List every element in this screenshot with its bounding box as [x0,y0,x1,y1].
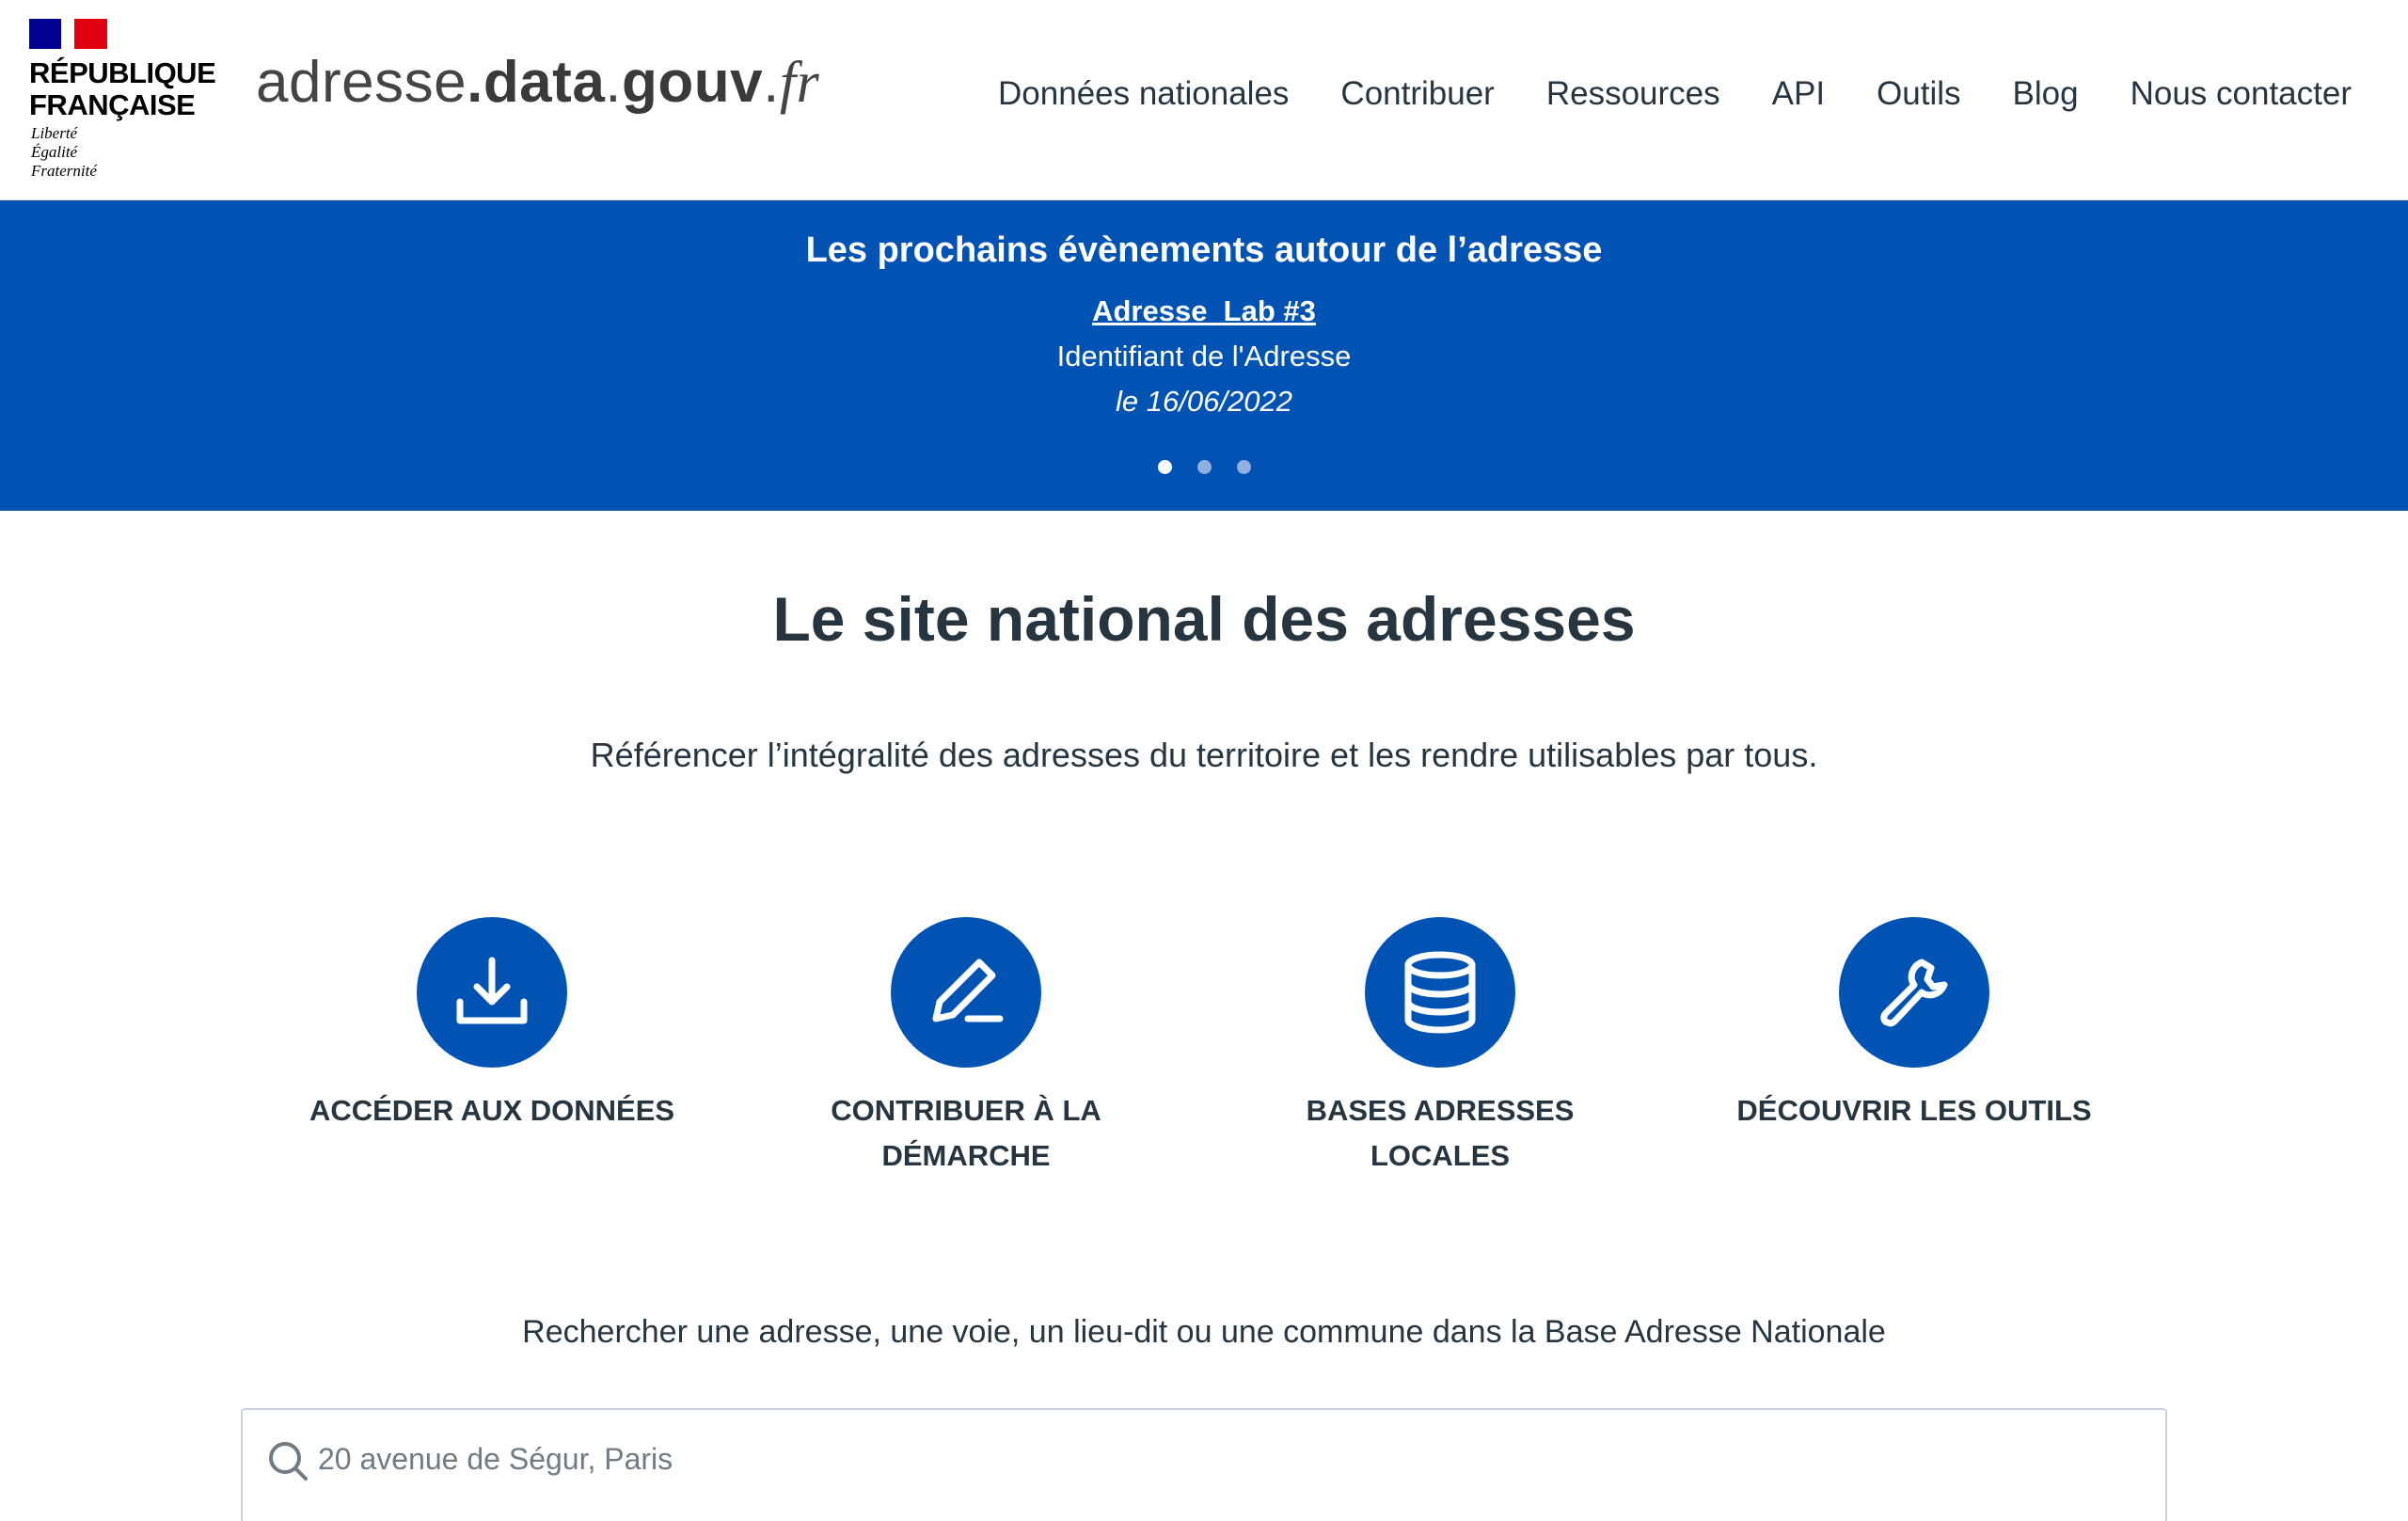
database-icon [1404,951,1476,1034]
download-icon [456,957,528,1024]
nav-item-donnees-nationales[interactable]: Données nationales [998,75,1289,113]
carousel-dot-3[interactable] [1236,460,1251,474]
event-link[interactable]: Adresse_Lab #3 [1092,294,1316,327]
nav-item-nous-contacter[interactable]: Nous contacter [2131,75,2352,113]
site-title-adresse: adresse [256,50,467,115]
devise-liberte: Liberté [31,124,78,142]
feature-label: Contribuer à la démarche [831,1094,1101,1172]
event-date: le 16/06/2022 [1116,385,1292,418]
event-subtitle: Identifiant de l'Adresse [1056,340,1352,372]
nav-item-contribuer[interactable]: Contribuer [1340,75,1494,113]
events-banner: Les prochains évènements autour de l’adr… [0,200,2408,511]
devise-fraternite: Fraternité [31,162,97,180]
feature-circle [417,917,567,1068]
feature-decouvrir-outils[interactable]: Découvrir les outils [1717,917,2112,1133]
nav-item-outils[interactable]: Outils [1877,75,1960,113]
feature-circle [1365,917,1515,1068]
carousel-dot-2[interactable] [1196,460,1212,474]
wrench-icon [1880,959,1948,1027]
feature-label: Accéder aux données [309,1094,675,1127]
devise-egalite: Égalité [31,143,78,161]
feature-shortcuts: Accéder aux données Contribuer à la déma… [0,917,2408,1199]
nav-item-blog[interactable]: Blog [2013,75,2079,113]
page-subtitle: Référencer l’intégralité des adresses du… [590,736,1818,774]
feature-label: Bases adresses locales [1306,1094,1575,1172]
feature-acceder-donnees[interactable]: Accéder aux données [294,917,689,1133]
carousel-dots [0,460,2408,474]
site-title-dot-1: . [467,50,483,115]
site-title-data: data [483,50,606,115]
address-search-box[interactable] [241,1408,2167,1521]
site-header: RÉPUBLIQUE FRANÇAISE Liberté Égalité Fra… [0,0,2408,200]
site-title-fr: fr [779,51,820,115]
search-caption: Rechercher une adresse, une voie, un lie… [522,1314,1886,1350]
feature-bases-adresses-locales[interactable]: Bases adresses locales [1243,917,1638,1179]
feature-label: Découvrir les outils [1736,1094,2092,1127]
site-title-dot-2: . [605,50,623,115]
page-title: Le site national des adresses [772,584,1636,654]
feature-circle [891,917,1041,1068]
banner-title: Les prochains évènements autour de l’adr… [805,230,1603,270]
site-title-gouv: gouv [622,50,764,115]
search-icon [269,1442,308,1481]
carousel-dot-1[interactable] [1157,460,1172,474]
pencil-icon [932,959,1004,1022]
republique-francaise-logo[interactable]: RÉPUBLIQUE FRANÇAISE Liberté Égalité Fra… [29,19,217,188]
nav-item-api[interactable]: API [1772,75,1825,113]
feature-contribuer[interactable]: Contribuer à la démarche [768,917,1164,1179]
main-nav: Données nationales Contribuer Ressources… [946,75,2352,113]
marianne-flag-icon [29,19,107,49]
logo-line-republique: RÉPUBLIQUE [29,56,216,89]
site-title-link[interactable]: adresse.data.gouv.fr [256,49,819,117]
site-title-dot-3: . [763,50,780,115]
logo-line-francaise: FRANÇAISE [29,88,196,121]
feature-circle [1839,917,1989,1068]
nav-item-ressources[interactable]: Ressources [1546,75,1720,113]
address-search-input[interactable] [318,1429,2105,1489]
